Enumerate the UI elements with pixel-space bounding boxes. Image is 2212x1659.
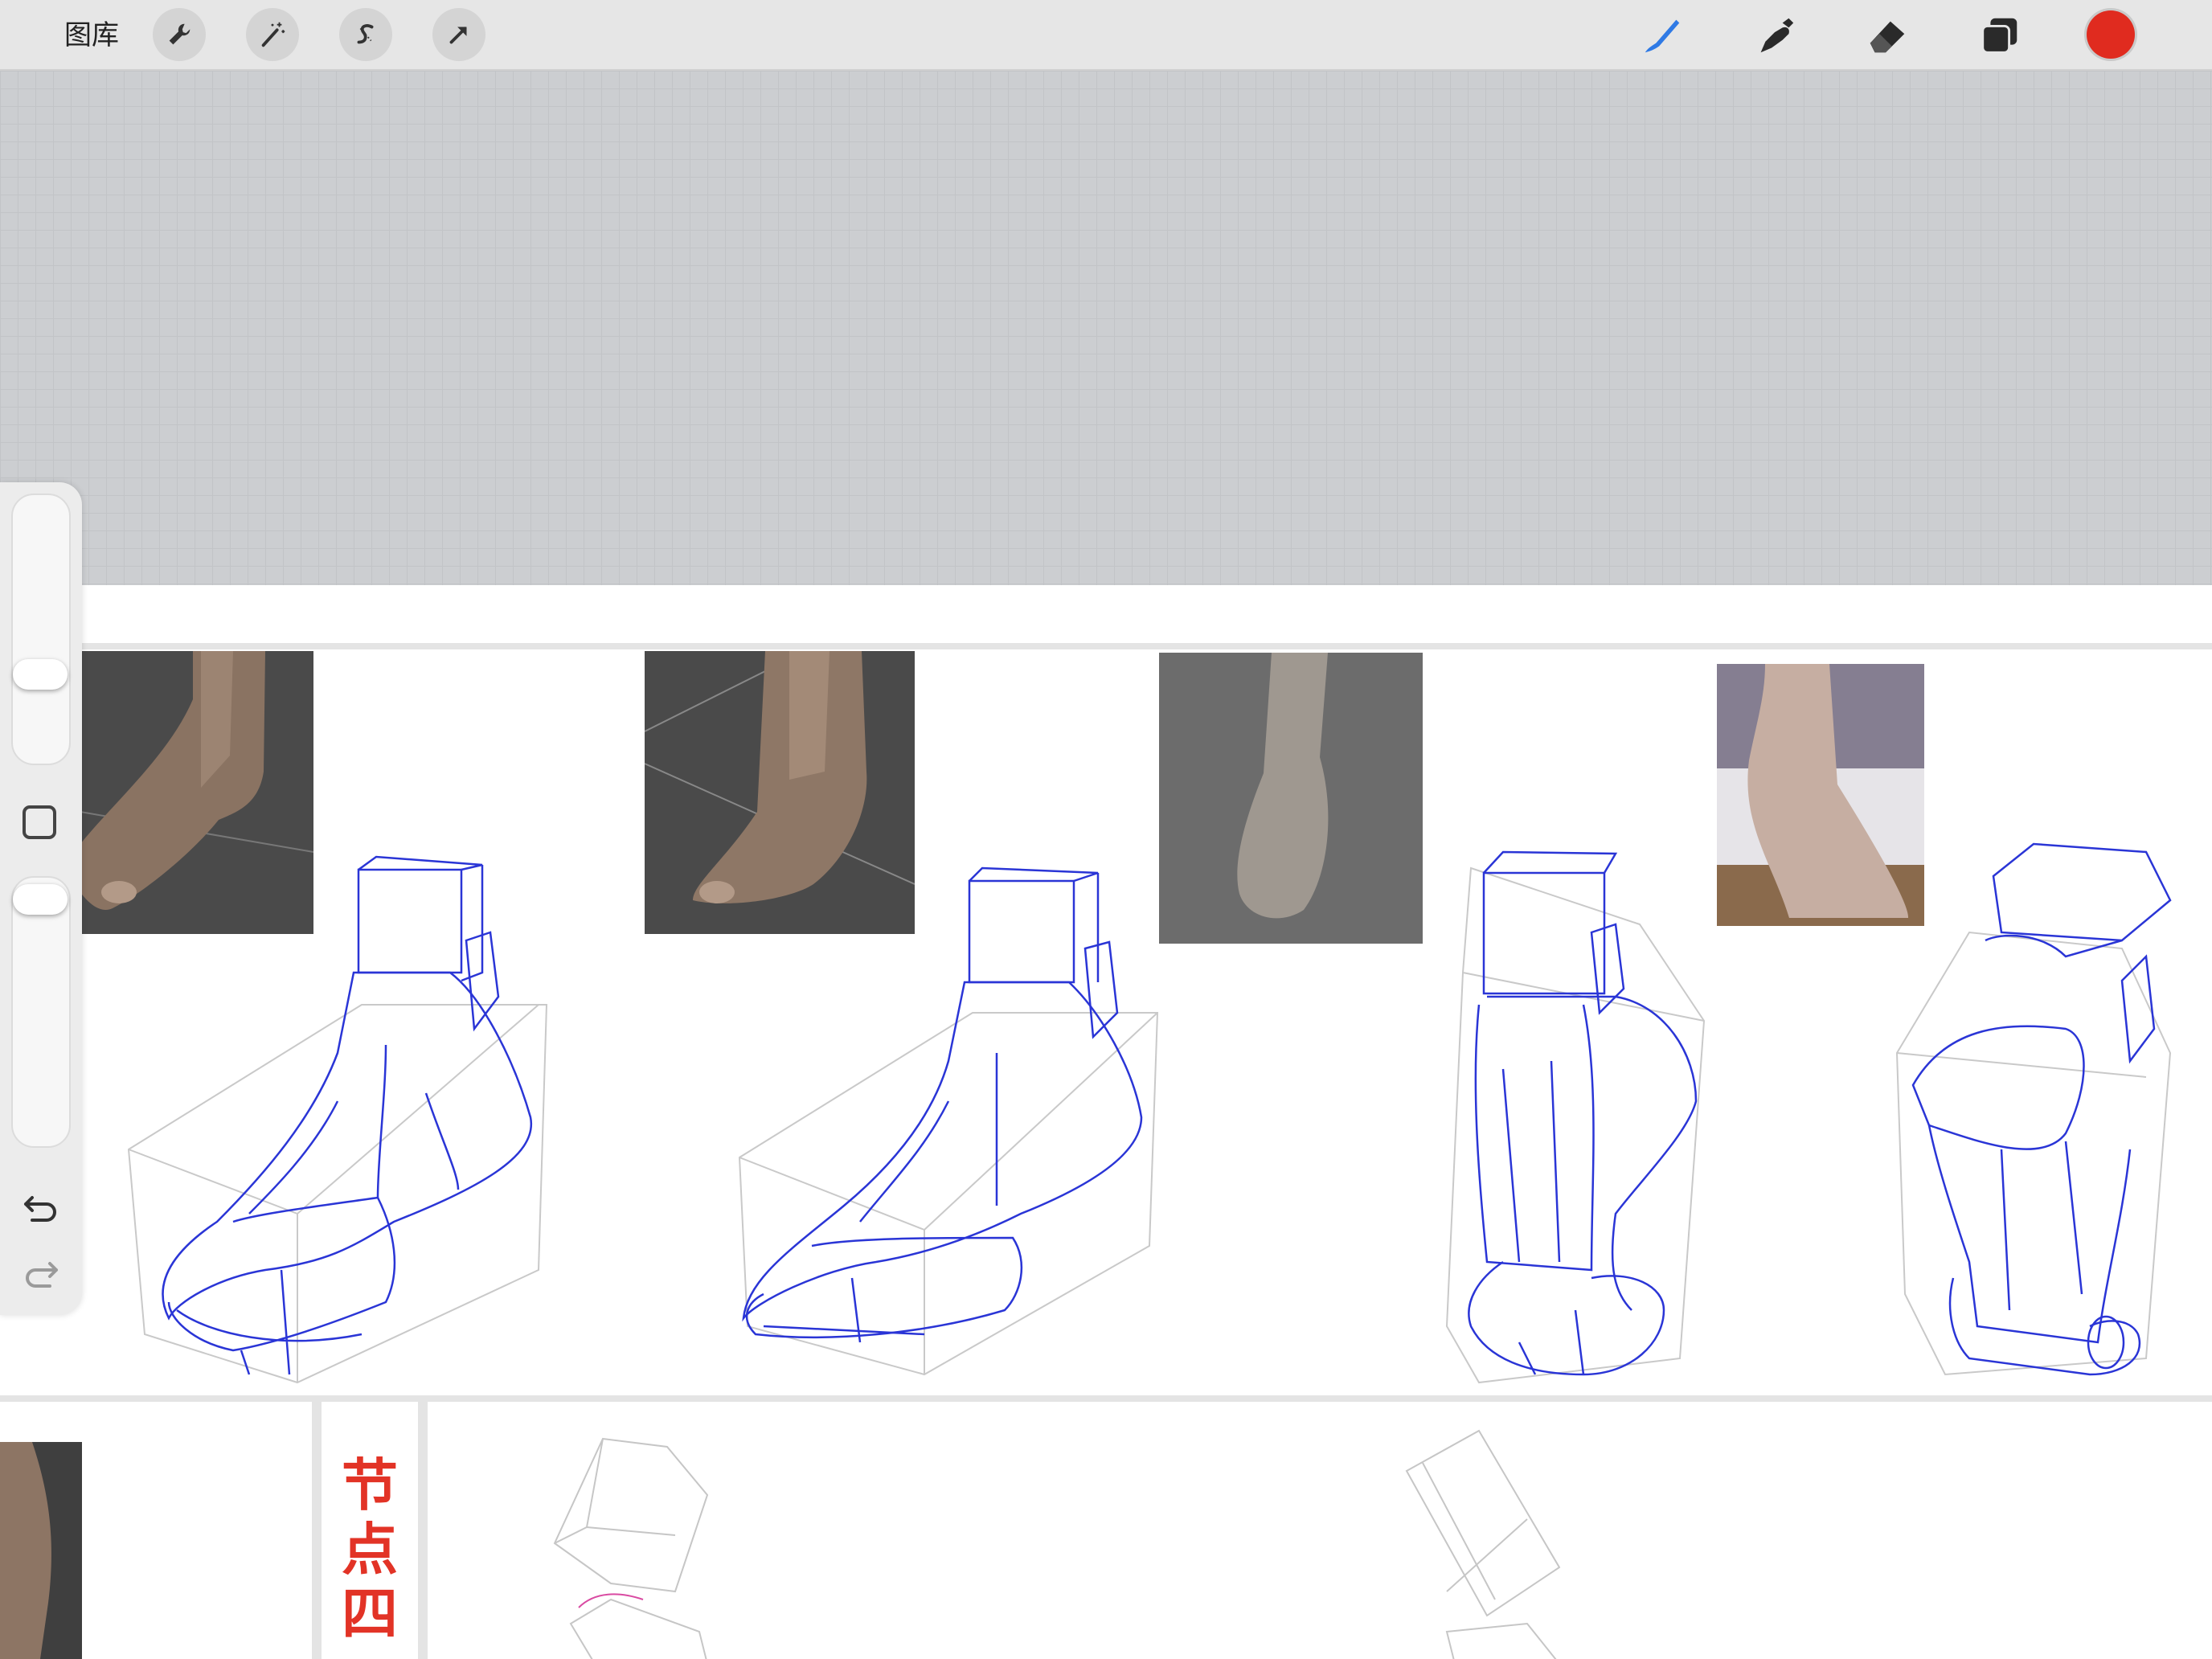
gallery-button[interactable]: 图库 <box>64 16 119 55</box>
lower-separator-2 <box>418 1402 428 1659</box>
transform-button[interactable] <box>432 8 485 61</box>
board-divider-top <box>0 643 2212 649</box>
eraser-button[interactable] <box>1862 10 1913 61</box>
transform-arrow-icon <box>449 27 467 44</box>
layers-button[interactable] <box>1974 10 2026 61</box>
wrench-icon <box>169 23 190 45</box>
brush-size-knob[interactable] <box>13 659 68 690</box>
smudge-button[interactable] <box>1749 10 1800 61</box>
layers-icon <box>1981 18 2017 54</box>
lower-board[interactable] <box>0 1402 2212 1659</box>
board-divider-bottom <box>0 1395 2212 1402</box>
brush-size-slider[interactable] <box>11 494 71 765</box>
actions-button[interactable] <box>153 8 206 61</box>
eraser-icon <box>1870 21 1905 53</box>
reference-photo-foot-tiptoe <box>1159 653 1423 944</box>
magic-wand-icon <box>261 22 285 47</box>
node-title-label: 节点四 <box>342 1452 398 1647</box>
smudge-icon <box>1760 18 1794 53</box>
side-slider-panel <box>0 482 82 1315</box>
selection-s-icon <box>357 24 374 44</box>
selection-button[interactable] <box>339 8 392 61</box>
color-swatch[interactable] <box>2087 10 2135 59</box>
wireframe-foot-2 <box>731 860 1165 1382</box>
reference-photo-leg-3d <box>0 1442 82 1659</box>
undo-icon[interactable] <box>21 1188 61 1228</box>
brush-icon <box>1645 19 1680 53</box>
wireframe-foot-1 <box>121 852 555 1384</box>
wireframe-block-lower-2 <box>1399 1429 1575 1659</box>
top-toolbar: 图库 <box>0 0 2212 71</box>
brush-button[interactable] <box>1636 10 1688 61</box>
wireframe-block-lower-1 <box>514 1431 739 1659</box>
opacity-slider[interactable] <box>11 876 71 1148</box>
wireframe-foot-4 <box>1881 842 2186 1391</box>
lower-separator-1 <box>312 1402 322 1659</box>
adjustments-button[interactable] <box>246 8 299 61</box>
wireframe-foot-3 <box>1431 844 1720 1391</box>
modify-button[interactable] <box>23 805 56 839</box>
redo-icon[interactable] <box>21 1254 61 1294</box>
canvas-strip <box>0 585 2212 643</box>
canvas-background <box>0 71 2212 585</box>
opacity-knob[interactable] <box>13 884 68 915</box>
